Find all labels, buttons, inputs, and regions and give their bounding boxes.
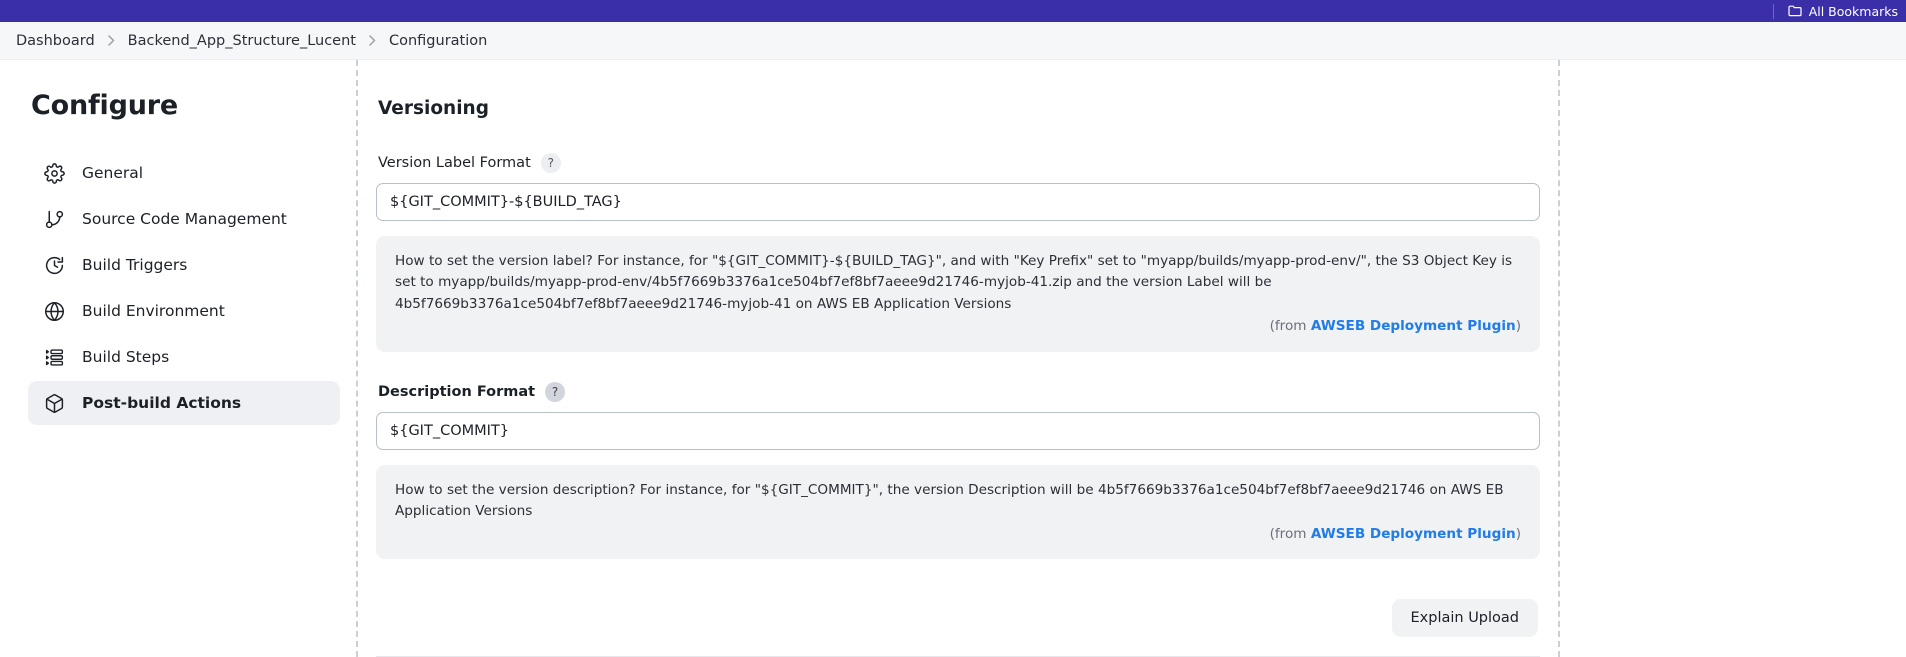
sidebar-item-label: Build Triggers (82, 256, 188, 274)
breadcrumb: Dashboard Backend_App_Structure_Lucent C… (0, 22, 1906, 60)
version-label-format-input[interactable] (376, 183, 1540, 221)
version-label-format-label: Version Label Format (378, 155, 531, 171)
breadcrumb-separator-icon (107, 35, 115, 46)
globe-icon (44, 301, 65, 322)
version-label-format-help-box: How to set the version label? For instan… (376, 236, 1540, 352)
breadcrumb-separator-icon (369, 35, 376, 46)
breadcrumb-item-configuration[interactable]: Configuration (389, 33, 487, 49)
bookmarks-separator (1772, 3, 1774, 19)
help-icon[interactable]: ? (540, 153, 561, 173)
git-branch-icon (44, 209, 65, 230)
help-source-line: (from AWSEB Deployment Plugin) (395, 524, 1521, 545)
explain-upload-button[interactable]: Explain Upload (1391, 599, 1538, 638)
field-version-label-format: Version Label Format ? How to set the ve… (376, 153, 1540, 352)
all-bookmarks-button[interactable]: All Bookmarks (1788, 4, 1906, 19)
breadcrumb-item-dashboard[interactable]: Dashboard (16, 33, 95, 49)
description-format-label: Description Format (378, 383, 536, 400)
folder-icon (1788, 5, 1802, 17)
sidebar-item-post-build-actions[interactable]: Post-build Actions (28, 381, 340, 425)
awseb-deployment-plugin-link[interactable]: AWSEB Deployment Plugin (1311, 318, 1516, 334)
gear-icon (44, 162, 65, 184)
description-format-help-box: How to set the version description? For … (376, 464, 1540, 560)
description-format-input[interactable] (376, 411, 1540, 450)
package-icon (44, 393, 65, 414)
help-icon[interactable]: ? (545, 381, 566, 402)
sidebar-item-label: Source Code Management (82, 210, 287, 228)
sidebar-item-label: Build Environment (82, 302, 225, 320)
all-bookmarks-label: All Bookmarks (1808, 3, 1898, 19)
sidebar-item-general[interactable]: General (28, 151, 340, 195)
help-source-line: (from AWSEB Deployment Plugin) (395, 316, 1521, 337)
sidebar-item-label: Build Steps (82, 348, 170, 366)
sidebar-item-label: Post-build Actions (82, 394, 242, 412)
field-description-format: Description Format ? How to set the vers… (376, 381, 1540, 560)
sidebar-item-build-steps[interactable]: Build Steps (28, 335, 340, 379)
from-suffix: ) (1515, 525, 1521, 542)
clock-icon (44, 255, 65, 276)
from-suffix: ) (1515, 318, 1521, 335)
help-text: How to set the version label? For instan… (395, 253, 1513, 312)
awseb-deployment-plugin-link[interactable]: AWSEB Deployment Plugin (1311, 526, 1516, 542)
section-title-versioning: Versioning (378, 98, 489, 119)
sidebar-item-source-code-management[interactable]: Source Code Management (28, 197, 340, 241)
help-text: How to set the version description? For … (395, 481, 1504, 520)
page-body: Configure General Source Code Management (0, 60, 1906, 657)
breadcrumb-item-job[interactable]: Backend_App_Structure_Lucent (128, 33, 356, 49)
list-icon (44, 347, 65, 368)
configure-sidebar: Configure General Source Code Management (0, 60, 368, 657)
configuration-form-panel: Versioning Version Label Format ? How to… (356, 60, 1560, 657)
field-label-row: Description Format ? (378, 381, 1540, 402)
sidebar-item-label: General (82, 164, 144, 182)
sidebar-item-build-environment[interactable]: Build Environment (28, 289, 340, 333)
from-prefix: (from (1269, 525, 1311, 542)
sidebar-item-build-triggers[interactable]: Build Triggers (28, 243, 340, 287)
page-title: Configure (31, 90, 178, 121)
button-row: Explain Upload (376, 599, 1540, 638)
browser-bookmarks-bar: All Bookmarks (0, 0, 1906, 22)
field-label-row: Version Label Format ? (378, 153, 1540, 173)
from-prefix: (from (1269, 318, 1311, 335)
